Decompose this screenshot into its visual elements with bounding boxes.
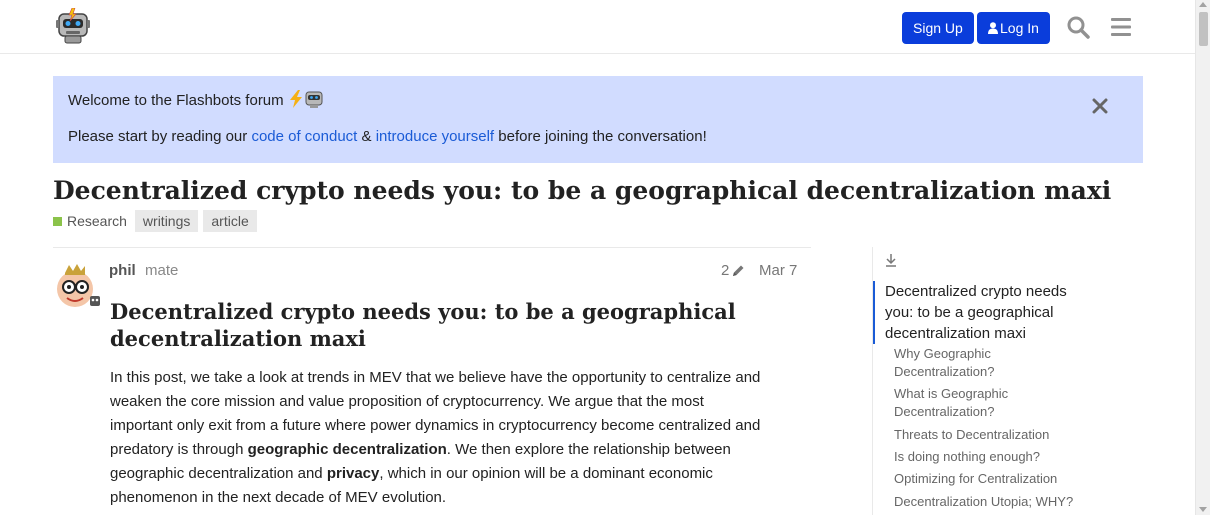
- post-heading: Decentralized crypto needs you: to be a …: [110, 299, 736, 351]
- lightning-emoji-icon: [289, 90, 302, 108]
- toc-item-active[interactable]: Decentralized crypto needs you: to be a …: [873, 281, 1073, 344]
- edit-history-button[interactable]: 2: [721, 262, 745, 279]
- category-label: Research: [67, 213, 127, 229]
- code-of-conduct-link[interactable]: code of conduct: [251, 128, 357, 145]
- scroll-up-arrow-icon[interactable]: [1199, 2, 1207, 7]
- search-icon[interactable]: [1066, 15, 1090, 39]
- introduce-yourself-link[interactable]: introduce yourself: [376, 128, 494, 145]
- post-body-bold-1: geographic decentralization: [247, 441, 447, 458]
- topic-title[interactable]: Decentralized crypto needs you: to be a …: [53, 176, 1111, 205]
- pencil-icon: [733, 265, 744, 276]
- category-color-swatch: [53, 216, 62, 226]
- log-in-button[interactable]: Log In: [977, 12, 1050, 44]
- post-date[interactable]: Mar 7: [759, 262, 797, 279]
- robot-logo-icon[interactable]: [56, 8, 90, 44]
- tag-article[interactable]: article: [203, 210, 257, 232]
- close-icon[interactable]: [1092, 98, 1108, 114]
- log-in-label: Log In: [1000, 20, 1039, 36]
- hamburger-menu-icon[interactable]: [1109, 15, 1133, 39]
- toc-item-doing-nothing[interactable]: Is doing nothing enough?: [894, 448, 1084, 466]
- page-scrollbar[interactable]: [1195, 0, 1210, 515]
- topic-tags: Research writings article: [53, 210, 262, 232]
- user-icon: [988, 22, 998, 34]
- post-body-bold-2: privacy: [326, 465, 380, 482]
- banner-instructions: Please start by reading our code of cond…: [68, 128, 707, 145]
- site-header: Sign Up Log In: [0, 0, 1195, 54]
- edit-count-value: 2: [721, 262, 730, 279]
- tag-writings[interactable]: writings: [134, 210, 199, 232]
- toc-item-why-geographic[interactable]: Why Geographic Decentralization?: [894, 345, 1084, 381]
- scroll-down-arrow-icon[interactable]: [1199, 507, 1207, 512]
- banner-text-start: Please start by reading our: [68, 128, 252, 145]
- toc-item-utopia[interactable]: Decentralization Utopia; WHY?: [894, 493, 1084, 511]
- post-body-paragraph: In this post, we take a look at trends i…: [110, 366, 770, 510]
- banner-text-amp: &: [357, 128, 376, 145]
- post-author-name[interactable]: phil: [109, 262, 136, 279]
- table-of-contents: Decentralized crypto needs you: to be a …: [872, 247, 1087, 515]
- scrollbar-thumb[interactable]: [1199, 12, 1208, 46]
- user-title-badge: mate: [145, 262, 179, 279]
- toc-item-optimizing[interactable]: Optimizing for Centralization: [894, 470, 1084, 488]
- toc-item-what-is-geographic[interactable]: What is Geographic Decentralization?: [894, 385, 1084, 421]
- banner-text-end: before joining the conversation!: [494, 128, 707, 145]
- download-arrow-icon[interactable]: [884, 253, 898, 267]
- category-badge-research[interactable]: Research: [53, 213, 127, 229]
- robot-emoji-icon: [305, 91, 323, 108]
- post-divider: [53, 247, 811, 248]
- banner-welcome-line: Welcome to the Flashbots forum: [68, 90, 324, 109]
- welcome-banner: Welcome to the Flashbots forum Please st…: [53, 76, 1143, 163]
- user-avatar[interactable]: [53, 263, 103, 313]
- sign-up-button[interactable]: Sign Up: [902, 12, 974, 44]
- toc-item-threats[interactable]: Threats to Decentralization: [894, 426, 1084, 444]
- banner-welcome-text: Welcome to the Flashbots forum: [68, 92, 284, 109]
